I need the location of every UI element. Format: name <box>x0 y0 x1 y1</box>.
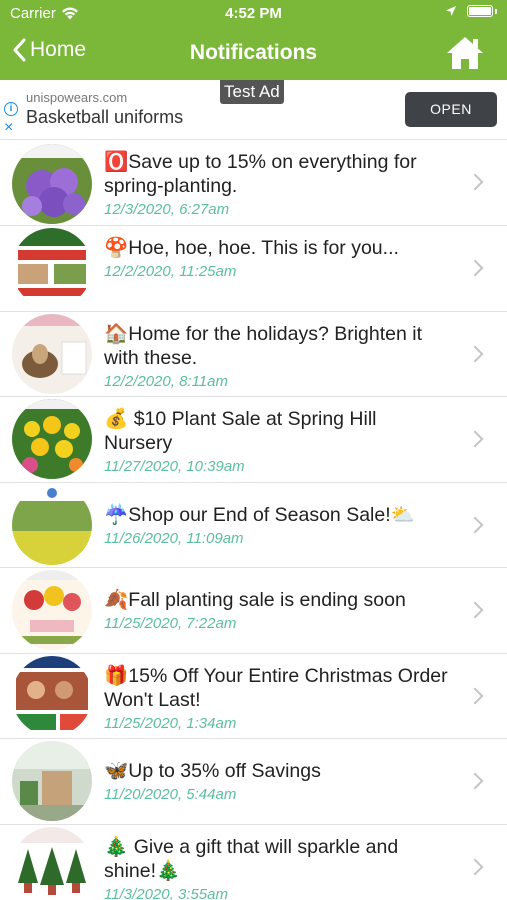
notification-thumbnail <box>12 399 92 479</box>
notification-title: 🦋Up to 35% off Savings <box>104 760 321 782</box>
notification-row[interactable]: 💰 $10 Plant Sale at Spring Hill Nursery … <box>0 397 507 483</box>
notification-thumbnail <box>12 144 92 224</box>
notification-date: 12/2/2020, 8:11am <box>104 372 228 390</box>
battery-icon <box>467 5 493 17</box>
notification-row[interactable]: 🍂Fall planting sale is ending soon 11/25… <box>0 568 507 654</box>
notification-thumbnail <box>12 313 92 394</box>
chevron-right-icon <box>466 259 484 277</box>
page-title: Notifications <box>189 41 318 64</box>
notification-title: ☔Shop our End of Season Sale!⛅ <box>104 503 415 526</box>
chevron-right-icon <box>466 772 484 790</box>
chevron-right-icon <box>466 858 484 875</box>
chevron-right-icon <box>466 345 484 362</box>
notification-title: 🍄Hoe, hoe, hoe. This is for you... <box>104 237 399 259</box>
notification-row[interactable]: 🎁15% Off Your Entire Christmas Order Won… <box>0 654 507 739</box>
ad-close-icon[interactable]: × <box>4 120 13 136</box>
ad-domain: unispowears.com <box>26 90 128 105</box>
notification-row[interactable]: ☔Shop our End of Season Sale!⛅ 11/26/202… <box>0 483 507 568</box>
notification-title: 🍂Fall planting sale is ending soon <box>104 589 406 611</box>
ad-banner[interactable]: Test Ad i × unispowears.com Basketball u… <box>0 80 507 140</box>
status-time: 4:52 PM <box>225 5 282 22</box>
status-bar: Carrier 4:52 PM <box>0 0 507 28</box>
chevron-right-icon <box>466 430 484 448</box>
notification-date: 11/26/2020, 11:09am <box>104 529 244 547</box>
test-ad-tag: Test Ad <box>220 80 284 104</box>
notification-thumbnail <box>12 570 92 650</box>
ad-headline: Basketball uniforms <box>26 107 184 127</box>
notification-date: 11/20/2020, 5:44am <box>104 786 237 803</box>
navigation-bar: Home Notifications <box>0 28 507 80</box>
notification-row[interactable]: 🎄 Give a gift that will sparkle and shin… <box>0 825 507 900</box>
notification-thumbnail <box>12 484 92 565</box>
home-icon[interactable] <box>445 34 485 72</box>
notification-title: 🎄 Give a gift that will sparkle and shin… <box>104 835 399 882</box>
notification-title: 🎁15% Off Your Entire Christmas Order Won… <box>104 664 448 711</box>
notification-date: 12/2/2020, 11:25am <box>104 263 237 280</box>
chevron-right-icon <box>466 687 484 704</box>
notification-date: 11/25/2020, 1:34am <box>104 714 237 732</box>
notification-thumbnail <box>12 741 92 821</box>
notification-title: 🏠Home for the holidays? Brighten it with… <box>104 322 423 369</box>
notification-date: 11/25/2020, 7:22am <box>104 615 237 632</box>
notification-title: 🅾️Save up to 15% on everything for sprin… <box>104 151 417 197</box>
battery-tip <box>495 8 497 14</box>
notification-thumbnail <box>12 228 92 308</box>
notification-date: 11/27/2020, 10:39am <box>104 458 245 475</box>
notification-list: 🅾️Save up to 15% on everything for sprin… <box>0 140 507 900</box>
ad-info-icon[interactable]: i <box>4 102 18 116</box>
ad-open-button[interactable]: OPEN <box>405 92 497 127</box>
notification-date: 12/3/2020, 6:27am <box>104 201 230 218</box>
location-arrow-icon <box>446 6 456 16</box>
notification-row[interactable]: 🦋Up to 35% off Savings 11/20/2020, 5:44a… <box>0 739 507 825</box>
notification-row[interactable]: 🏠Home for the holidays? Brighten it with… <box>0 312 507 397</box>
notification-thumbnail <box>12 826 92 900</box>
chevron-right-icon <box>466 516 484 533</box>
chevron-right-icon <box>466 173 484 191</box>
notification-row[interactable]: 🍄Hoe, hoe, hoe. This is for you... 12/2/… <box>0 226 507 312</box>
notification-title: 💰 $10 Plant Sale at Spring Hill Nursery <box>104 408 377 454</box>
notification-thumbnail <box>12 655 92 736</box>
chevron-right-icon <box>466 601 484 619</box>
notification-row[interactable]: 🅾️Save up to 15% on everything for sprin… <box>0 140 507 226</box>
notification-date: 11/3/2020, 3:55am <box>104 885 228 900</box>
